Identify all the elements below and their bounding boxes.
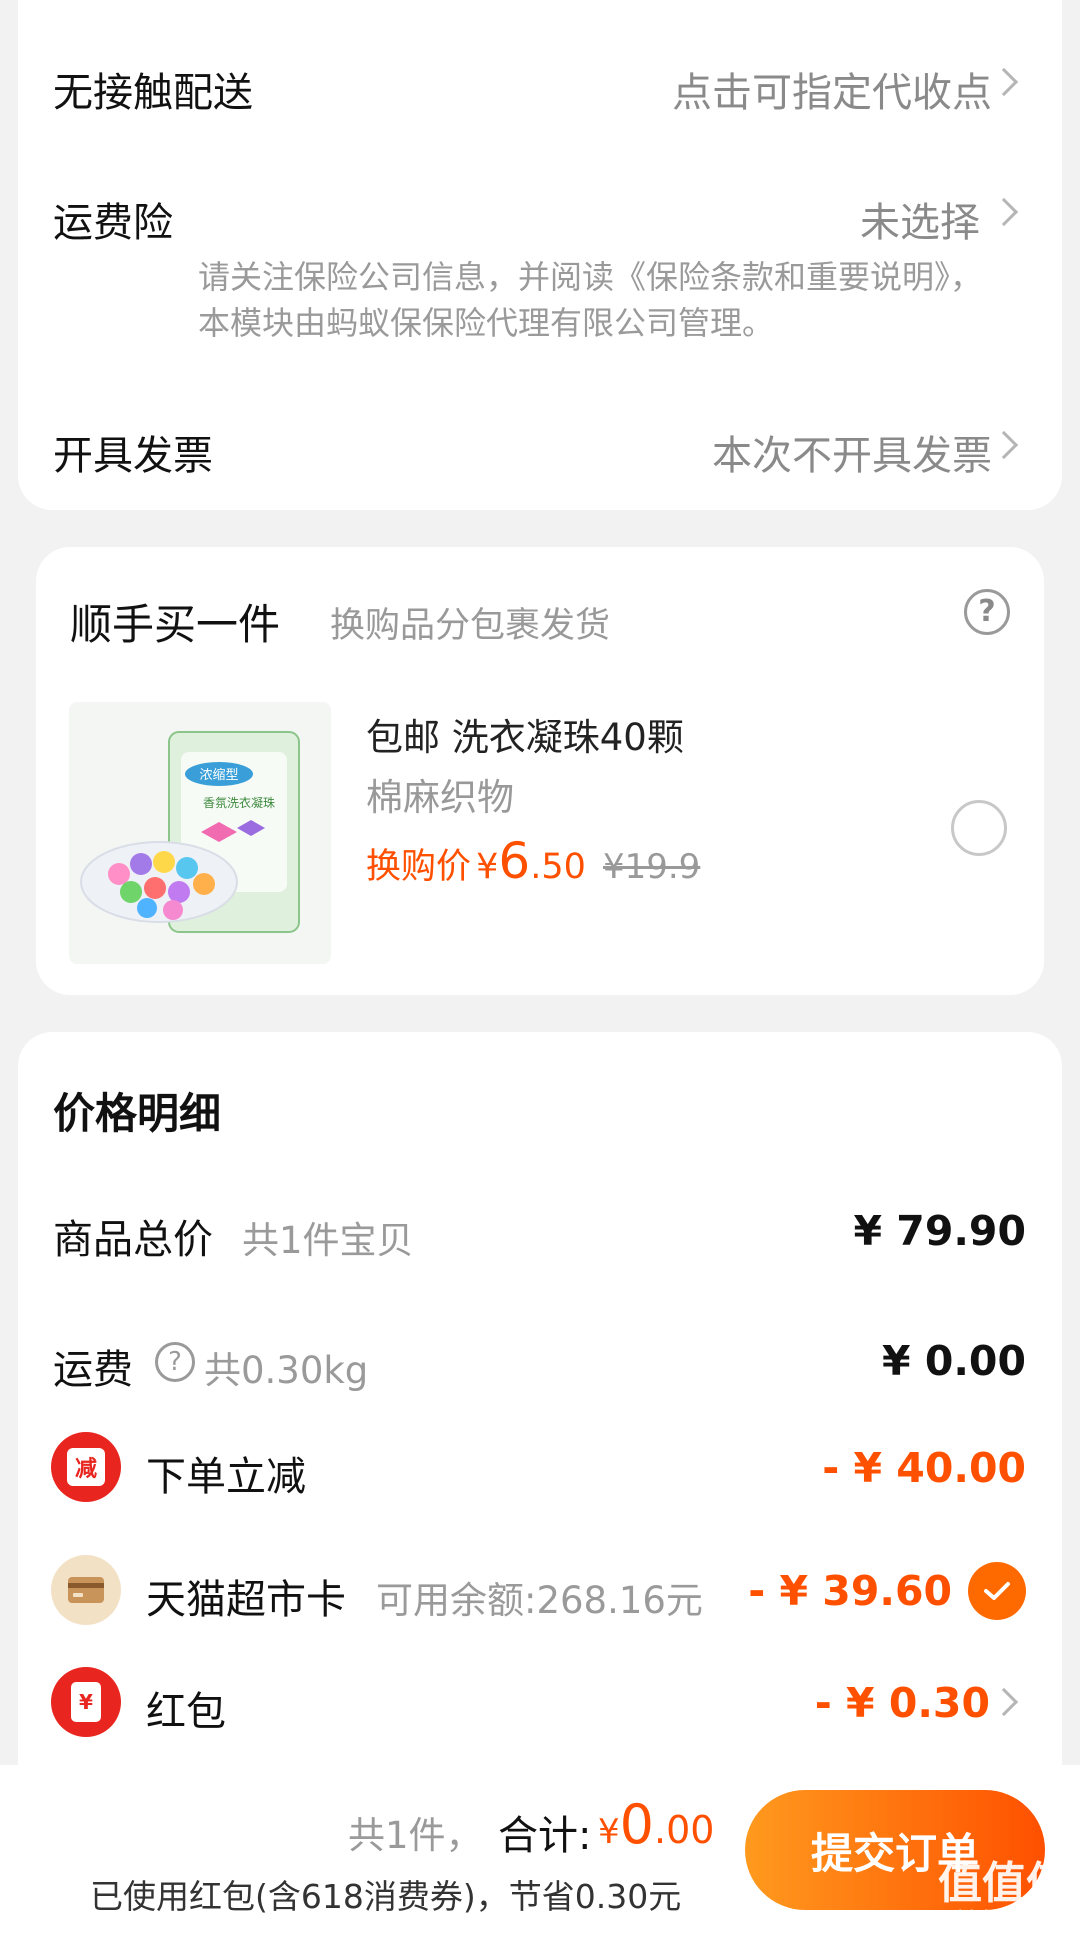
help-icon[interactable]: ?: [964, 589, 1010, 635]
shipping-fee-amount: ¥ 0.00: [882, 1337, 1026, 1385]
product-name[interactable]: 包邮 洗衣凝珠40颗: [366, 707, 684, 761]
watermark-url: zhizhizhi.com: [948, 1907, 1070, 1928]
total-currency: ¥: [598, 1812, 620, 1852]
card-icon: [51, 1555, 121, 1625]
total-label: 合计:: [498, 1813, 592, 1859]
card-glyph: [68, 1577, 104, 1603]
addon-subtitle: 换购品分包裹发货: [330, 606, 611, 646]
item-count: 共1件，: [348, 1814, 483, 1857]
goods-total-amount: ¥ 79.90: [853, 1207, 1027, 1255]
checkout-bar: 共1件， 合计: ¥0.00 已使用红包(含618消费券)，节省0.30元 提交…: [0, 1765, 1080, 1934]
redpack-icon: ¥: [51, 1667, 121, 1737]
tmall-card-label: 天猫超市卡: [146, 1577, 346, 1623]
help-icon[interactable]: ?: [155, 1342, 195, 1382]
site-watermark: 值值值 zhizhizhi.com: [938, 1860, 1070, 1928]
addon-title: 顺手买一件: [70, 600, 281, 649]
chevron-right-icon[interactable]: [989, 430, 1019, 460]
check-circle-icon[interactable]: [968, 1562, 1026, 1620]
instant-discount-amount: - ¥ 40.00: [822, 1444, 1026, 1492]
reduce-badge-text: 减: [67, 1448, 105, 1486]
addon-purchase-card: 顺手买一件 换购品分包裹发货 ? 浓缩型 香氛洗衣凝珠 包邮 洗衣凝珠40颗 棉…: [36, 547, 1044, 995]
check-mark: [984, 1582, 1010, 1600]
original-price: ¥19.9: [602, 847, 701, 887]
goods-count: 共1件宝贝: [242, 1219, 414, 1262]
contactless-delivery-value[interactable]: 点击可指定代收点: [672, 60, 992, 118]
detergent-pack-image: 浓缩型 香氛洗衣凝珠: [80, 731, 300, 933]
pack-text-1: 浓缩型: [199, 767, 238, 783]
invoice-value[interactable]: 本次不开具发票: [712, 423, 992, 481]
shipping-fee-label: 运费: [53, 1347, 133, 1393]
total-decimal: .00: [654, 1808, 715, 1852]
price-decimal: .50: [530, 847, 586, 887]
tmall-card-balance: 可用余额:268.16元: [376, 1579, 703, 1622]
savings-note: 已使用红包(含618消费券)，节省0.30元: [90, 1877, 682, 1916]
total-amount: ¥0.00: [598, 1793, 714, 1856]
product-spec: 棉麻织物: [366, 776, 514, 819]
shipping-insurance-label: 运费险: [53, 200, 173, 246]
chevron-right-icon[interactable]: [989, 67, 1019, 97]
red-packet-amount[interactable]: - ¥ 0.30: [815, 1679, 990, 1727]
delivery-options-card: 无接触配送 点击可指定代收点 运费险 未选择 请关注保险公司信息，并阅读《保险条…: [18, 0, 1062, 510]
redpack-badge-text: ¥: [71, 1682, 101, 1722]
instant-discount-label: 下单立减: [146, 1454, 306, 1500]
total-integer: 0: [619, 1793, 654, 1856]
addon-price-row: 换购价 ¥6.50 ¥19.9: [366, 832, 700, 890]
price-label: 换购价: [366, 847, 472, 887]
product-thumbnail[interactable]: 浓缩型 香氛洗衣凝珠: [69, 702, 331, 964]
price-detail-card: 价格明细 商品总价 共1件宝贝 ¥ 79.90 运费 ? 共0.30kg ¥ 0…: [18, 1032, 1062, 1812]
price-detail-title: 价格明细: [53, 1089, 222, 1138]
shipping-insurance-value[interactable]: 未选择: [860, 190, 980, 248]
goods-total-label: 商品总价: [53, 1217, 213, 1263]
radio-unchecked-icon[interactable]: [951, 800, 1007, 856]
red-packet-label: 红包: [146, 1689, 226, 1735]
chevron-right-icon[interactable]: [989, 1687, 1019, 1717]
pack-text-2: 香氛洗衣凝珠: [203, 795, 275, 810]
invoice-label: 开具发票: [53, 433, 213, 479]
reduce-badge-icon: 减: [51, 1432, 121, 1502]
chevron-right-icon[interactable]: [989, 197, 1019, 227]
price-currency: ¥: [476, 847, 499, 887]
shipping-weight: 共0.30kg: [204, 1349, 369, 1392]
watermark-logo: 值值值: [938, 1858, 1070, 1909]
tmall-card-amount: - ¥ 39.60: [748, 1567, 952, 1615]
insurance-notice[interactable]: 请关注保险公司信息，并阅读《保险条款和重要说明》，本模块由蚂蚁保保险代理有限公司…: [198, 254, 998, 346]
price-integer: 6: [498, 832, 531, 890]
contactless-delivery-label: 无接触配送: [53, 70, 253, 116]
